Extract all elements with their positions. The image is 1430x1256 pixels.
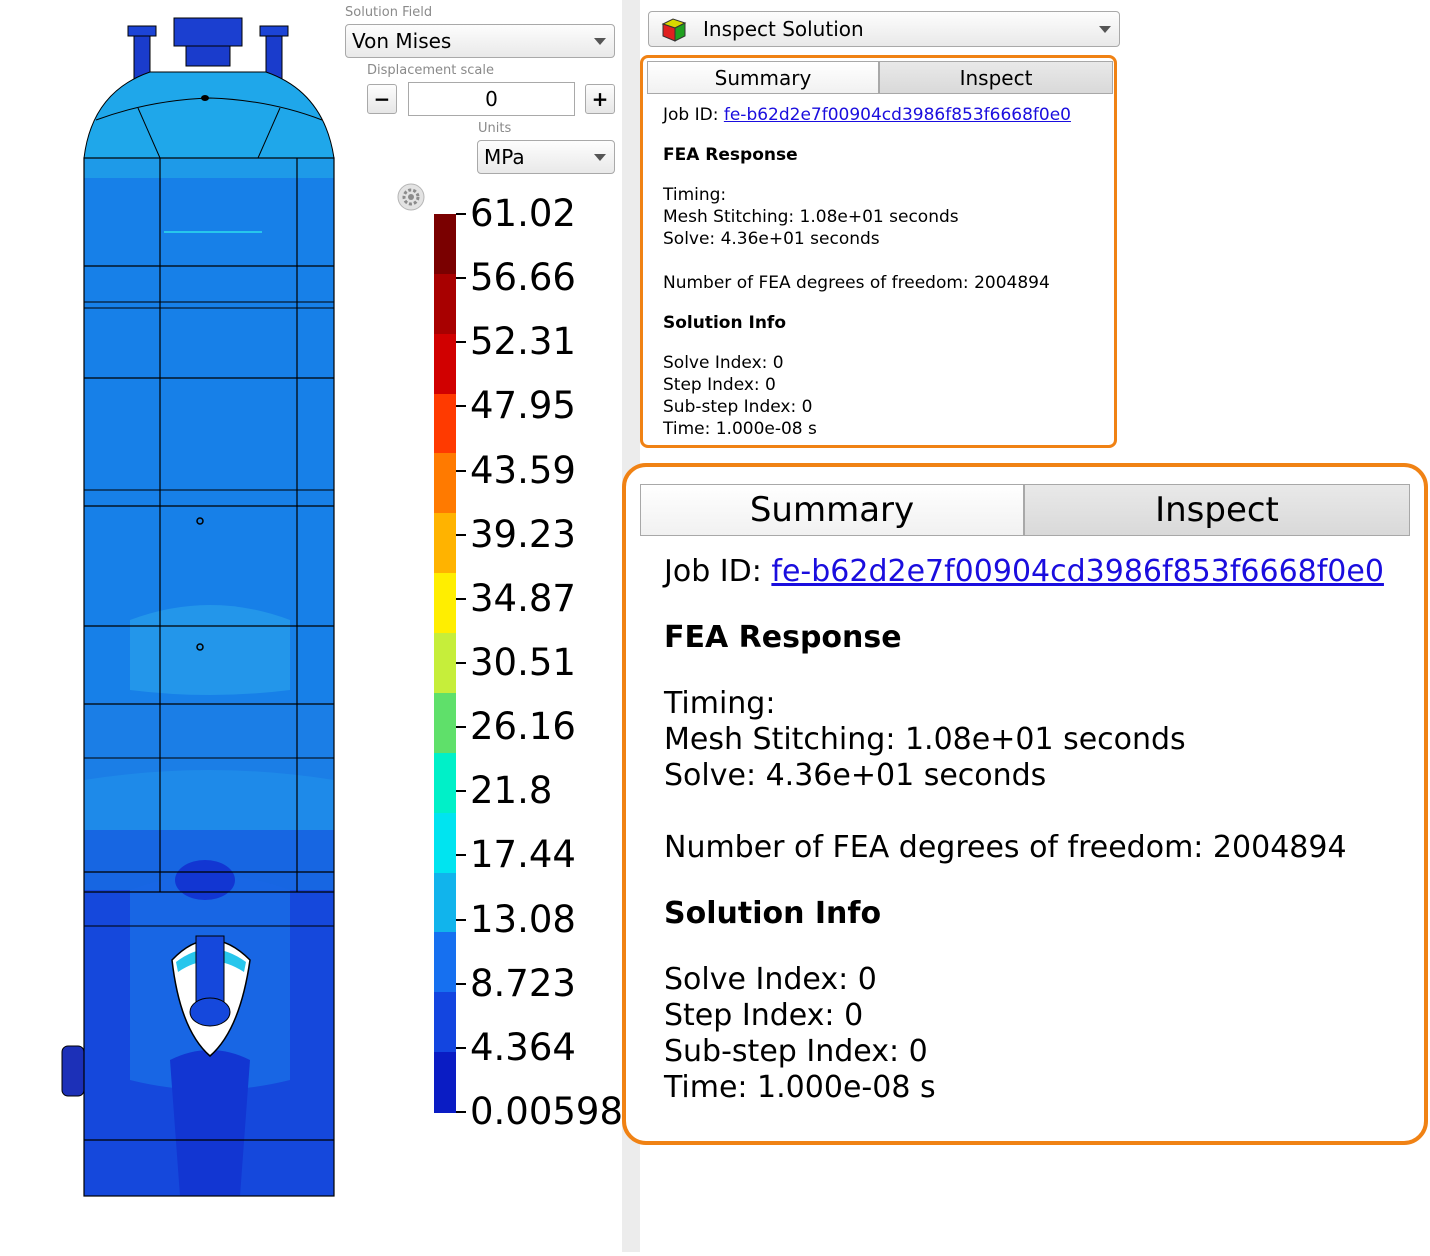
increment-button[interactable]: + [585,84,615,114]
legend-color-segment [434,333,456,395]
fea-response-heading: FEA Response [663,145,798,165]
inspect-solution-label: Inspect Solution [703,17,864,41]
legend-color-segment [434,1052,456,1114]
legend-tick [456,213,466,215]
tab-bar-small: Summary Inspect [647,61,1113,94]
solution-field-select[interactable]: Von Mises [345,24,615,58]
legend-color-segment [434,573,456,635]
legend-tick-label: 52.31 [470,320,576,364]
timing-label: Timing: [663,185,727,205]
tab-summary[interactable]: Summary [647,61,879,94]
chevron-down-icon [594,154,606,161]
time-text: Time: 1.000e-08 s [664,1070,936,1105]
chevron-down-icon [594,38,606,45]
legend-tick-label: 47.95 [470,384,576,428]
tab-inspect[interactable]: Inspect [879,61,1113,94]
legend-tick [456,277,466,280]
tab-inspect-zoomed[interactable]: Inspect [1024,484,1410,536]
legend-color-segment [434,633,456,695]
legend-tick [456,982,466,985]
job-id-link[interactable]: fe-b62d2e7f00904cd3986f853f6668f0e0 [771,554,1384,589]
legend-color-segment [434,393,456,455]
legend-tick [456,1046,466,1049]
legend-tick-label: 8.723 [470,961,576,1005]
solution-field-value: Von Mises [352,29,452,53]
substep-index-text: Sub-step Index: 0 [663,397,813,417]
legend-color-segment [434,692,456,754]
legend-tick-label: 34.87 [470,576,576,620]
legend-tick-label: 56.66 [470,256,576,300]
legend-tick [456,341,466,344]
fea-response-heading: FEA Response [664,620,902,655]
legend-tick [456,790,466,793]
cube-icon [661,18,687,42]
legend-tick-label: 26.16 [470,705,576,749]
legend-tick-label: 13.08 [470,897,576,941]
legend-tick-label: 61.02 [470,192,576,235]
solve-index-text: Solve Index: 0 [664,962,877,997]
tab-bar-zoomed: Summary Inspect [640,484,1410,536]
legend-tick [456,726,466,729]
legend-color-segment [434,214,456,275]
chevron-down-icon [1099,26,1111,33]
decrement-button[interactable]: − [367,84,397,114]
legend-tick-label: 43.59 [470,448,576,492]
substep-index-text: Sub-step Index: 0 [664,1034,928,1069]
legend-tick [456,662,466,664]
mesh-stitching-text: Mesh Stitching: 1.08e+01 seconds [664,722,1186,757]
fea-viewport[interactable] [0,0,340,1252]
legend-tick [456,469,466,472]
legend-color-segment [434,273,456,335]
mesh-stitching-text: Mesh Stitching: 1.08e+01 seconds [663,207,959,227]
legend-tick-label: 21.8 [470,769,553,813]
inspect-solution-dropdown[interactable]: Inspect Solution [648,11,1120,47]
legend-tick [456,1111,466,1113]
solution-field-label: Solution Field [345,5,433,20]
step-index-text: Step Index: 0 [663,375,776,395]
step-index-text: Step Index: 0 [664,998,864,1033]
timing-label: Timing: [664,686,776,721]
legend-color-segment [434,453,456,515]
legend-tick-label: 30.51 [470,641,576,684]
time-text: Time: 1.000e-08 s [663,419,817,439]
units-value: MPa [484,145,525,169]
legend-color-segment [434,992,456,1054]
tab-summary-zoomed[interactable]: Summary [640,484,1024,536]
units-select[interactable]: MPa [477,140,615,174]
legend-tick-label: 39.23 [470,512,576,556]
vessel-render [61,17,335,1197]
legend-color-segment [434,932,456,994]
legend-tick-label: 4.364 [470,1025,576,1069]
displacement-scale-label: Displacement scale [367,63,494,78]
solution-info-heading: Solution Info [664,896,882,931]
job-id-link[interactable]: fe-b62d2e7f00904cd3986f853f6668f0e0 [724,105,1071,125]
dof-text: Number of FEA degrees of freedom: 200489… [664,830,1347,865]
legend-tick-label: 0.00598 [470,1090,624,1133]
job-id-label: Job ID: [663,105,719,125]
legend-tick [456,597,466,600]
legend-tick [456,405,466,408]
solution-info-heading: Solution Info [663,313,787,333]
solve-time-text: Solve: 4.36e+01 seconds [663,229,880,249]
legend-color-segment [434,752,456,814]
solve-time-text: Solve: 4.36e+01 seconds [664,758,1047,793]
job-id-label: Job ID: [664,554,762,589]
gear-icon[interactable] [396,182,426,212]
summary-content-small: Job ID: fe-b62d2e7f00904cd3986f853f6668f… [663,104,1103,440]
legend-color-segment [434,513,456,575]
summary-content-zoomed: Job ID: fe-b62d2e7f00904cd3986f853f6668f… [664,554,1404,1106]
legend-tick [456,918,466,921]
displacement-scale-input[interactable]: 0 [408,82,575,116]
dof-text: Number of FEA degrees of freedom: 200489… [663,273,1050,293]
legend-tick [456,533,466,536]
legend-color-segment [434,812,456,874]
legend-tick-label: 17.44 [470,833,576,877]
solve-index-text: Solve Index: 0 [663,353,784,373]
legend-color-segment [434,872,456,934]
units-label: Units [478,121,512,136]
legend-tick [456,854,466,857]
